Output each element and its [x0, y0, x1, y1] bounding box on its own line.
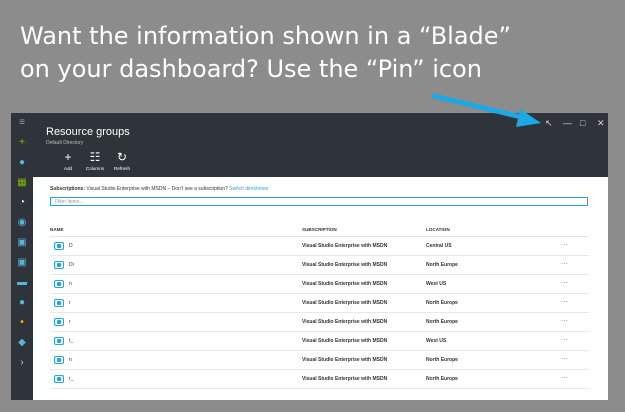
pointer-arrow-head: [516, 109, 541, 127]
pointer-arrow-line: [430, 93, 533, 122]
annotation-arrow-svg: [430, 93, 541, 127]
